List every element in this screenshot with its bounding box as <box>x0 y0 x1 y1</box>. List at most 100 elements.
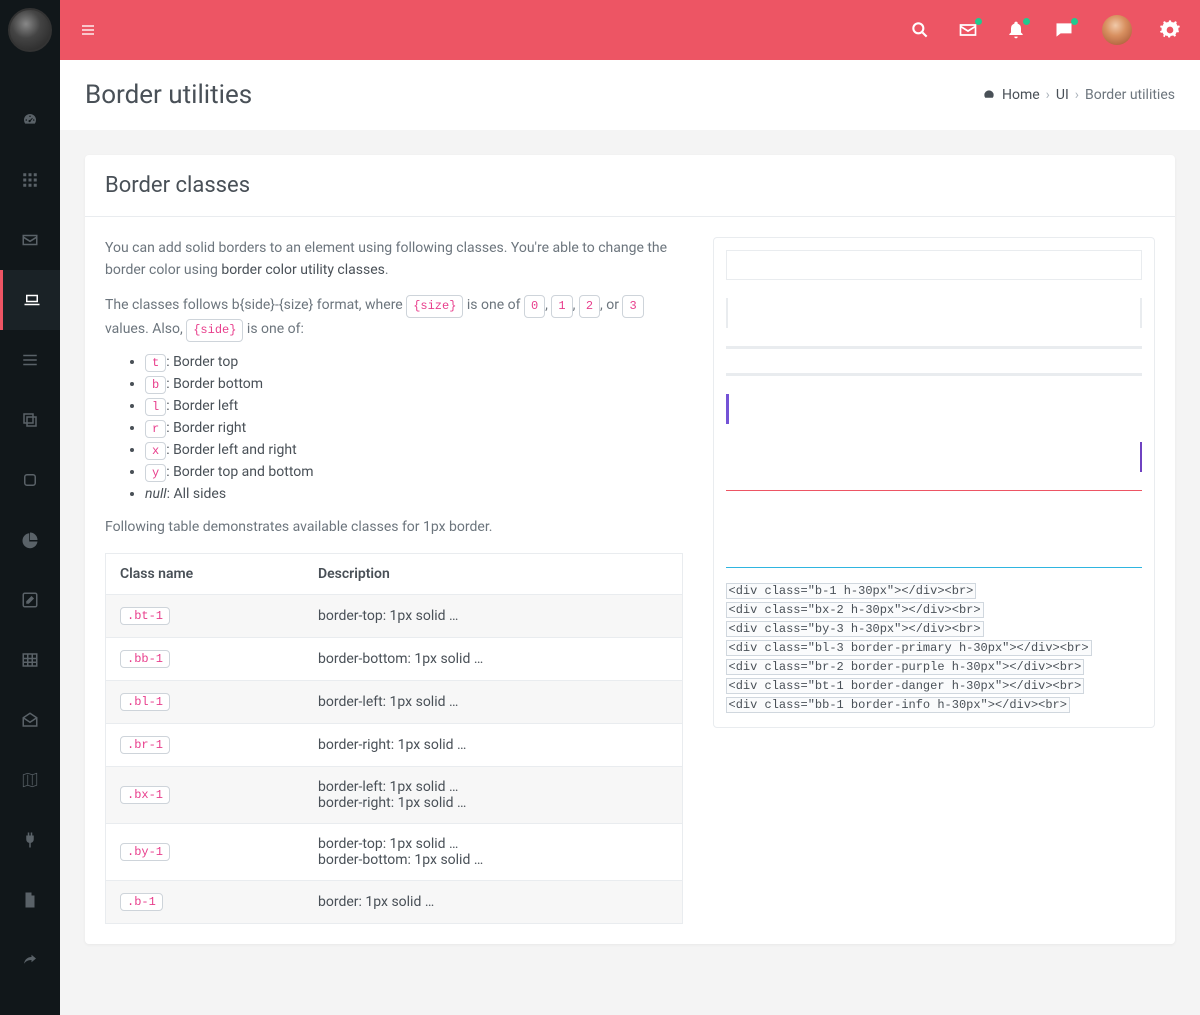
dashboard-icon <box>982 88 996 102</box>
th-class: Class name <box>106 553 305 594</box>
grid-icon <box>21 171 39 189</box>
code-line: <div class="b-1 h-30px"></div><br> <box>726 583 977 599</box>
sides-list: t: Border topb: Border bottoml: Border l… <box>105 354 683 502</box>
nav-chart[interactable] <box>0 510 60 570</box>
bars-icon <box>21 351 39 369</box>
code-sample: <div class="b-1 h-30px"></div><br> <div c… <box>726 582 1143 714</box>
table-icon <box>21 651 39 669</box>
nav-copy[interactable] <box>0 390 60 450</box>
side-code: b <box>145 376 166 394</box>
table-row: .br-1border-right: 1px solid … <box>106 723 683 766</box>
breadcrumb-ui[interactable]: UI <box>1056 87 1069 103</box>
nav-table[interactable] <box>0 630 60 690</box>
nav-share[interactable] <box>0 930 60 990</box>
copy-icon <box>21 411 39 429</box>
desc-line: border-left: 1px solid … <box>318 694 667 710</box>
border-classes-table: Class name Description .bt-1 border-top: … <box>105 553 683 924</box>
demo-bx-2 <box>726 298 1143 328</box>
breadcrumb-home[interactable]: Home <box>1002 87 1040 103</box>
nav-edit[interactable] <box>0 570 60 630</box>
side-label: : Border top and bottom <box>166 464 313 480</box>
demo-bb-1-info <box>726 538 1143 568</box>
nav-dashboard[interactable] <box>0 90 60 150</box>
nav-map[interactable] <box>0 750 60 810</box>
breadcrumb-current: Border utilities <box>1085 87 1175 103</box>
side-null-em: null <box>145 486 167 502</box>
desc-line: border-left: 1px solid … <box>318 779 667 795</box>
code-0: 0 <box>524 295 545 318</box>
map-icon <box>21 771 39 789</box>
breadcrumb-separator: › <box>1046 87 1050 103</box>
nav-mail[interactable] <box>0 210 60 270</box>
class-pill: .b-1 <box>120 893 163 911</box>
class-pill: .br-1 <box>120 736 170 754</box>
code-size: {size} <box>406 295 463 318</box>
side-item: x: Border left and right <box>145 442 683 460</box>
side-label: : Border bottom <box>166 376 263 392</box>
desc-line: border-right: 1px solid … <box>318 795 667 811</box>
nav-square[interactable] <box>0 450 60 510</box>
share-icon <box>21 951 39 969</box>
table-row: .bt-1 border-top: 1px solid … <box>106 594 683 637</box>
desc-line: border-top: 1px solid … <box>318 836 667 852</box>
demo-by-3 <box>726 346 1143 376</box>
code-line: <div class="bl-3 border-primary h-30px">… <box>726 640 1092 656</box>
file-icon <box>21 891 39 909</box>
sidebar-toggle[interactable] <box>80 22 96 38</box>
desc-line: border-bottom: 1px solid … <box>318 651 667 667</box>
nav-inbox[interactable] <box>0 690 60 750</box>
class-pill: .by-1 <box>120 843 170 861</box>
code-line: <div class="by-3 h-30px"></div><br> <box>726 621 984 637</box>
code-line: <div class="bt-1 border-danger h-30px"><… <box>726 678 1085 694</box>
border-color-link[interactable]: border color utility classes <box>221 262 385 278</box>
hamburger-icon <box>80 22 96 38</box>
page-header: Border utilities Home › UI › Border util… <box>60 60 1200 130</box>
side-code: t <box>145 354 166 372</box>
gauge-icon <box>21 111 39 129</box>
messages-button[interactable] <box>958 20 978 40</box>
square-icon <box>21 471 39 489</box>
search-button[interactable] <box>910 20 930 40</box>
desc-line: border: 1px solid … <box>318 894 667 910</box>
user-avatar[interactable] <box>1102 15 1132 45</box>
side-item: r: Border right <box>145 420 683 438</box>
sidebar-avatar[interactable] <box>0 0 60 60</box>
nav-file[interactable] <box>0 870 60 930</box>
nav-plugin[interactable] <box>0 810 60 870</box>
table-row: .bx-1border-left: 1px solid …border-righ… <box>106 766 683 823</box>
breadcrumb: Home › UI › Border utilities <box>982 87 1175 103</box>
code-line: <div class="bb-1 border-info h-30px"></d… <box>726 697 1070 713</box>
class-pill: .bl-1 <box>120 693 170 711</box>
pie-chart-icon <box>21 531 39 549</box>
side-label: : Border right <box>166 420 246 436</box>
avatar-image <box>8 8 52 52</box>
side-item: b: Border bottom <box>145 376 683 394</box>
breadcrumb-separator: › <box>1075 87 1079 103</box>
nav-menu[interactable] <box>0 330 60 390</box>
settings-button[interactable] <box>1160 20 1180 40</box>
nav-ui[interactable] <box>0 270 60 330</box>
table-row: .bb-1 border-bottom: 1px solid … <box>106 637 683 680</box>
class-pill: .bt-1 <box>120 607 170 625</box>
code-3: 3 <box>622 295 643 318</box>
notifications-button[interactable] <box>1006 20 1026 40</box>
side-label: : Border left and right <box>166 442 296 458</box>
code-line: <div class="br-2 border-purple h-30px"><… <box>726 659 1085 675</box>
card-title: Border classes <box>105 173 1155 198</box>
demo-panel: <div class="b-1 h-30px"></div><br> <div c… <box>713 237 1156 728</box>
sidebar <box>0 0 60 1015</box>
class-pill: .bb-1 <box>120 650 170 668</box>
table-row: .by-1border-top: 1px solid …border-botto… <box>106 823 683 880</box>
side-item: y: Border top and bottom <box>145 464 683 482</box>
chat-button[interactable] <box>1054 20 1074 40</box>
gear-icon <box>1160 20 1180 40</box>
notification-dot <box>1071 18 1078 25</box>
side-item-null: null: All sides <box>145 486 683 502</box>
nav-apps[interactable] <box>0 150 60 210</box>
desc-line: border-top: 1px solid … <box>318 608 667 624</box>
card-border-classes: Border classes You can add solid borders… <box>85 155 1175 944</box>
table-intro: Following table demonstrates available c… <box>105 516 683 538</box>
side-code: l <box>145 398 166 416</box>
sidebar-nav <box>0 90 60 990</box>
th-desc: Description <box>304 553 682 594</box>
